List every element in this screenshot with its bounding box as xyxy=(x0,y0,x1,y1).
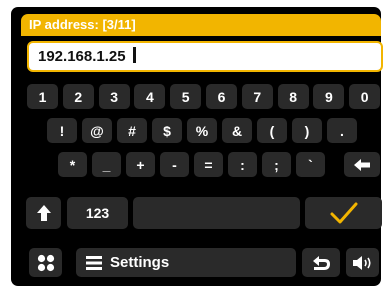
key-equals[interactable]: = xyxy=(194,152,223,177)
ip-address-input[interactable]: 192.168.1.25 xyxy=(27,41,383,72)
mode-123-key[interactable]: 123 xyxy=(67,197,128,229)
key-1[interactable]: 1 xyxy=(27,84,58,109)
ip-address-value: 192.168.1.25 xyxy=(38,48,126,65)
key-dollar[interactable]: $ xyxy=(152,118,182,143)
grid-icon xyxy=(37,254,54,271)
settings-label: Settings xyxy=(110,254,170,271)
key-right-paren[interactable]: ) xyxy=(292,118,322,143)
key-9[interactable]: 9 xyxy=(313,84,345,109)
back-button[interactable] xyxy=(302,248,340,277)
key-2[interactable]: 2 xyxy=(62,84,94,109)
key-hash[interactable]: # xyxy=(117,118,147,143)
key-minus[interactable]: - xyxy=(160,152,189,177)
key-left-paren[interactable]: ( xyxy=(257,118,287,143)
key-at[interactable]: @ xyxy=(82,118,112,143)
settings-menu-button[interactable]: Settings xyxy=(76,248,296,277)
key-asterisk[interactable]: * xyxy=(58,152,87,177)
key-colon[interactable]: : xyxy=(228,152,257,177)
volume-button[interactable] xyxy=(346,248,379,277)
key-underscore[interactable]: _ xyxy=(92,152,121,177)
key-5[interactable]: 5 xyxy=(170,84,202,109)
speaker-icon xyxy=(352,255,371,270)
key-6[interactable]: 6 xyxy=(206,84,237,109)
key-semicolon[interactable]: ; xyxy=(262,152,291,177)
key-8[interactable]: 8 xyxy=(277,84,309,109)
page-title: IP address: [3/11] xyxy=(21,14,381,36)
key-0[interactable]: 0 xyxy=(349,84,381,109)
return-arrow-icon xyxy=(313,255,330,270)
home-button[interactable] xyxy=(29,248,62,277)
confirm-key[interactable] xyxy=(305,197,382,229)
shift-arrow-icon xyxy=(36,205,51,221)
backspace-arrow-icon xyxy=(354,158,370,171)
checkmark-icon xyxy=(330,202,357,224)
key-7[interactable]: 7 xyxy=(241,84,273,109)
key-percent[interactable]: % xyxy=(187,118,217,143)
menu-lines-icon xyxy=(86,255,102,270)
key-3[interactable]: 3 xyxy=(98,84,130,109)
key-period[interactable]: . xyxy=(327,118,357,143)
key-backtick[interactable]: ` xyxy=(296,152,325,177)
key-ampersand[interactable]: & xyxy=(222,118,252,143)
shift-key[interactable] xyxy=(26,197,61,229)
space-key[interactable] xyxy=(133,197,300,229)
key-plus[interactable]: + xyxy=(126,152,155,177)
backspace-key[interactable] xyxy=(344,152,380,177)
text-cursor xyxy=(132,47,136,63)
key-exclamation[interactable]: ! xyxy=(47,118,77,143)
key-4[interactable]: 4 xyxy=(134,84,166,109)
